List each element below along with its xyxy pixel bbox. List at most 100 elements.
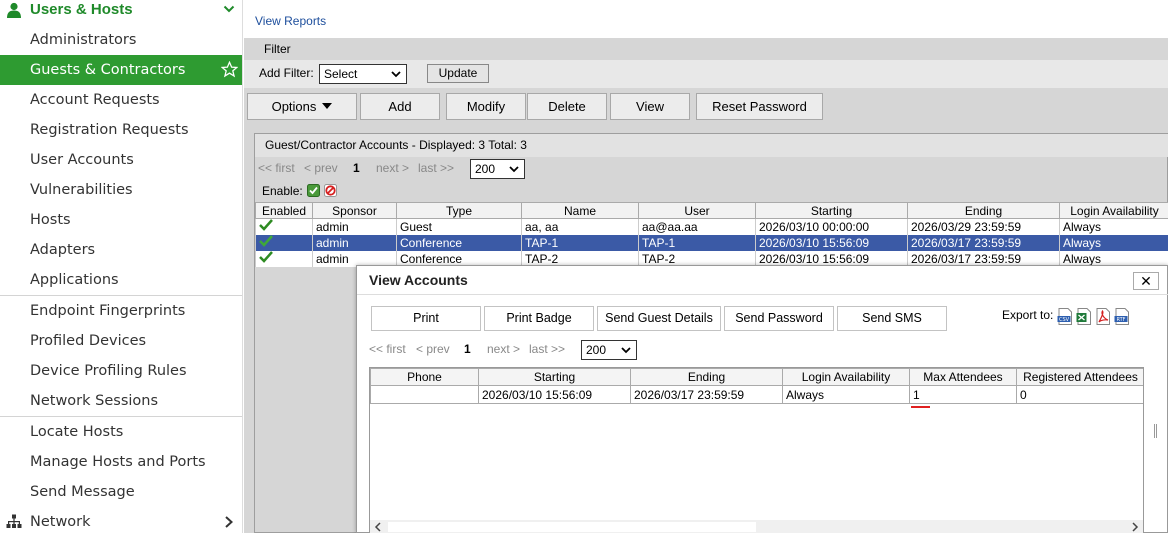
- user-cell: aa@aa.aa: [638, 218, 756, 235]
- sidebar-item-manage-hosts-ports[interactable]: Manage Hosts and Ports: [0, 447, 242, 477]
- red-underline-marker: [911, 406, 930, 408]
- max-attendees-cell: 1: [909, 385, 1017, 404]
- sidebar-item-device-profiling-rules[interactable]: Device Profiling Rules: [0, 356, 242, 386]
- pager-last-link[interactable]: last >>: [418, 161, 454, 175]
- sidebar-item-applications[interactable]: Applications: [0, 265, 242, 295]
- sidebar-item-send-message[interactable]: Send Message: [0, 477, 242, 507]
- enable-check-icon[interactable]: [307, 184, 320, 197]
- add-filter-select[interactable]: Select: [319, 64, 407, 84]
- page-size-select[interactable]: 200: [470, 159, 525, 179]
- svg-text:RTF: RTF: [1116, 317, 1125, 323]
- col-name[interactable]: Name: [521, 202, 639, 219]
- users-hosts-section-header[interactable]: Users & Hosts: [0, 0, 242, 22]
- col-phone[interactable]: Phone: [370, 368, 479, 386]
- col-starting[interactable]: Starting: [478, 368, 631, 386]
- dialog-divider: [357, 294, 1168, 295]
- send-guest-details-button[interactable]: Send Guest Details: [597, 306, 721, 331]
- sidebar-item-hosts[interactable]: Hosts: [0, 205, 242, 235]
- sidebar-item-account-requests[interactable]: Account Requests: [0, 85, 242, 115]
- view-reports-bar: View Reports: [244, 0, 1168, 38]
- add-filter-select-value: Select: [324, 67, 358, 81]
- sidebar-item-locate-hosts[interactable]: Locate Hosts: [0, 417, 242, 447]
- login-cell: Always: [782, 385, 910, 404]
- close-button[interactable]: ✕: [1133, 272, 1159, 290]
- col-sponsor[interactable]: Sponsor: [312, 202, 397, 219]
- sidebar-item-adapters[interactable]: Adapters: [0, 235, 242, 265]
- sidebar-item-vulnerabilities[interactable]: Vulnerabilities: [0, 175, 242, 205]
- view-reports-link[interactable]: View Reports: [255, 14, 326, 28]
- excel-icon[interactable]: [1076, 308, 1092, 325]
- name-cell: aa, aa: [521, 218, 639, 235]
- grid-title: Guest/Contractor Accounts - Displayed: 3…: [255, 134, 1168, 157]
- sidebar-item-user-accounts[interactable]: User Accounts: [0, 145, 242, 175]
- csv-icon[interactable]: CSV: [1057, 308, 1073, 325]
- table-row-selected[interactable]: admin Conference TAP-1 TAP-1 2026/03/10 …: [255, 234, 1168, 251]
- disable-icon[interactable]: [324, 184, 337, 197]
- ending-cell: 2026/03/29 23:59:59: [907, 218, 1060, 235]
- col-type[interactable]: Type: [396, 202, 522, 219]
- rtf-icon[interactable]: RTF: [1114, 308, 1130, 325]
- filter-title: Filter: [264, 42, 291, 56]
- table-row[interactable]: 2026/03/10 15:56:09 2026/03/17 23:59:59 …: [370, 385, 1143, 404]
- print-badge-button[interactable]: Print Badge: [484, 306, 594, 331]
- pager-current-page: 1: [353, 161, 360, 175]
- dialog-page-size-select[interactable]: 200: [581, 340, 637, 360]
- resize-grip[interactable]: [1154, 424, 1157, 438]
- scroll-right-icon[interactable]: [1131, 522, 1139, 532]
- sidebar-item-administrators[interactable]: Administrators: [0, 25, 242, 55]
- sidebar-item-label: Applications: [30, 272, 119, 288]
- col-enabled[interactable]: Enabled: [255, 202, 313, 219]
- pager-prev-link[interactable]: < prev: [416, 342, 450, 356]
- delete-button[interactable]: Delete: [527, 93, 607, 120]
- ending-cell: 2026/03/17 23:59:59: [630, 385, 783, 404]
- sidebar: Users & Hosts Administrators Guests & Co…: [0, 0, 243, 533]
- enable-row: Enable:: [262, 184, 303, 198]
- export-label: Export to:: [1002, 308, 1054, 322]
- star-icon[interactable]: [221, 61, 238, 78]
- chevron-right-icon[interactable]: [224, 516, 234, 528]
- pager-next-link[interactable]: next >: [376, 161, 409, 175]
- col-login-availability[interactable]: Login Availability: [1059, 202, 1168, 219]
- add-button[interactable]: Add: [360, 93, 440, 120]
- reset-password-button[interactable]: Reset Password: [696, 93, 823, 120]
- col-registered-attendees[interactable]: Registered Attendees: [1016, 368, 1143, 386]
- table-row[interactable]: admin Guest aa, aa aa@aa.aa 2026/03/10 0…: [255, 218, 1168, 235]
- send-password-button[interactable]: Send Password: [724, 306, 834, 331]
- print-button[interactable]: Print: [371, 306, 481, 331]
- sidebar-item-label: User Accounts: [30, 152, 134, 168]
- pager-prev-link[interactable]: < prev: [304, 161, 338, 175]
- pager-first-link[interactable]: << first: [258, 161, 295, 175]
- user-icon: [7, 2, 21, 18]
- modify-button[interactable]: Modify: [446, 93, 526, 120]
- horizontal-scrollbar[interactable]: [370, 520, 1143, 533]
- pager-last-link[interactable]: last >>: [529, 342, 565, 356]
- pager-first-link[interactable]: << first: [369, 342, 406, 356]
- network-icon: [6, 514, 22, 528]
- pager-next-link[interactable]: next >: [487, 342, 520, 356]
- col-max-attendees[interactable]: Max Attendees: [909, 368, 1017, 386]
- col-login-availability[interactable]: Login Availability: [782, 368, 910, 386]
- sidebar-item-guests-contractors[interactable]: Guests & Contractors: [0, 55, 242, 85]
- sidebar-item-profiled-devices[interactable]: Profiled Devices: [0, 326, 242, 356]
- col-ending[interactable]: Ending: [907, 202, 1060, 219]
- send-sms-button[interactable]: Send SMS: [837, 306, 947, 331]
- view-button[interactable]: View: [610, 93, 690, 120]
- sidebar-item-label: Account Requests: [30, 92, 160, 108]
- update-button[interactable]: Update: [427, 64, 489, 83]
- starting-cell: 2026/03/10 00:00:00: [755, 218, 908, 235]
- options-button[interactable]: Options: [247, 93, 357, 120]
- chevron-down-icon[interactable]: [223, 3, 235, 15]
- sidebar-item-registration-requests[interactable]: Registration Requests: [0, 115, 242, 145]
- table-header-row: Enabled Sponsor Type Name User Starting …: [255, 202, 1168, 219]
- col-ending[interactable]: Ending: [630, 368, 783, 386]
- col-user[interactable]: User: [638, 202, 756, 219]
- sidebar-item-network-sessions[interactable]: Network Sessions: [0, 386, 242, 416]
- sidebar-section-network[interactable]: Network: [0, 507, 242, 533]
- sidebar-item-label: Network Sessions: [30, 393, 159, 409]
- col-starting[interactable]: Starting: [755, 202, 908, 219]
- scrollbar-thumb[interactable]: [388, 522, 756, 532]
- pdf-icon[interactable]: [1095, 308, 1111, 325]
- sidebar-item-endpoint-fingerprints[interactable]: Endpoint Fingerprints: [0, 296, 242, 326]
- table-header-row: Phone Starting Ending Login Availability…: [370, 368, 1143, 386]
- scroll-left-icon[interactable]: [374, 522, 382, 532]
